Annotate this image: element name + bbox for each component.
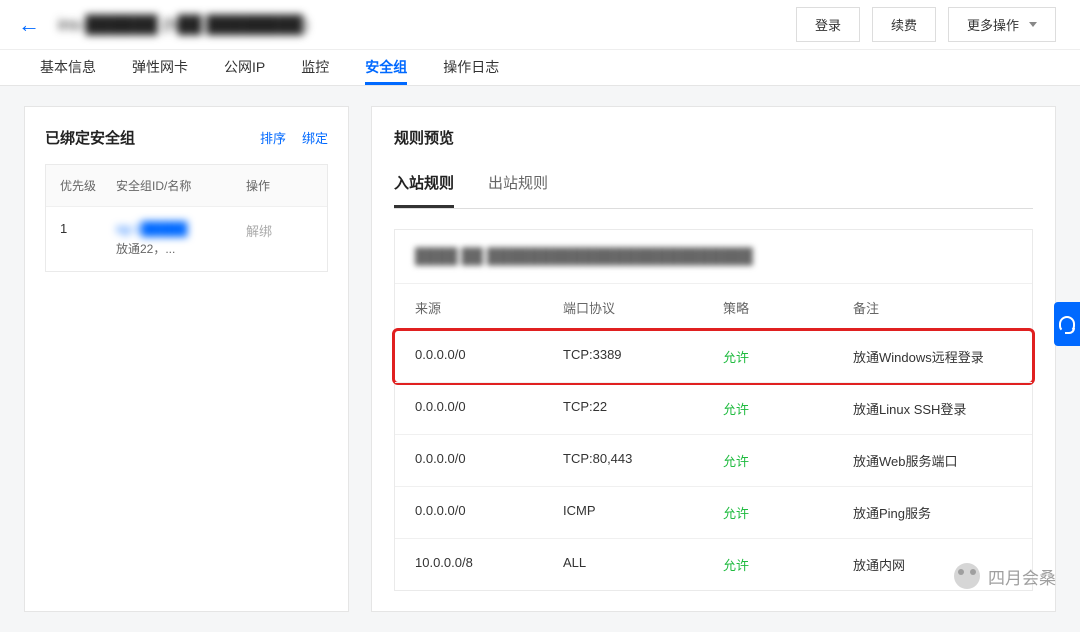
bound-sg-panel: 已绑定安全组 排序 绑定 优先级 安全组ID/名称 操作 1sg-1█████ 放…: [24, 106, 349, 612]
back-arrow-icon[interactable]: ←: [18, 12, 40, 38]
rule-remark: 放通Linux SSH登录: [853, 399, 1012, 418]
rule-remark: 放通Windows远程登录: [853, 347, 1012, 366]
rule-source: 0.0.0.0/0: [415, 399, 563, 418]
bound-sg-table-head: 优先级 安全组ID/名称 操作: [46, 165, 327, 206]
rules-table: ████ ██ █████████████████████████ 来源 端口协…: [394, 229, 1033, 591]
rule-row: 10.0.0.0/8ALL允许放通内网: [395, 538, 1032, 590]
rule-remark: 放通Web服务端口: [853, 451, 1012, 470]
login-button[interactable]: 登录: [796, 7, 860, 42]
support-side-tab[interactable]: [1054, 302, 1080, 346]
nav-tab-4[interactable]: 安全组: [365, 49, 407, 85]
nav-tab-3[interactable]: 监控: [301, 49, 329, 85]
rule-port: ALL: [563, 555, 723, 574]
nav-tabs: 基本信息弹性网卡公网IP 监控安全组操作日志: [0, 50, 1080, 86]
rule-policy: 允许: [723, 503, 853, 522]
rule-policy: 允许: [723, 451, 853, 470]
bound-sg-header: 已绑定安全组 排序 绑定: [45, 127, 328, 148]
more-actions-label: 更多操作: [967, 15, 1019, 34]
col-source: 来源: [415, 298, 563, 317]
rule-preview-panel: 规则预览 入站规则 出站规则 ████ ██ █████████████████…: [371, 106, 1056, 612]
instance-id: ins-██████: [58, 15, 158, 34]
rule-port: TCP:80,443: [563, 451, 723, 470]
nav-tab-5[interactable]: 操作日志: [443, 49, 499, 85]
rule-row: 0.0.0.0/0TCP:22允许放通Linux SSH登录: [395, 382, 1032, 434]
instance-desc: (h██ ████████): [162, 15, 308, 34]
tab-outbound[interactable]: 出站规则: [488, 164, 548, 208]
col-port: 端口协议: [563, 298, 723, 317]
col-remark: 备注: [853, 298, 1012, 317]
headset-icon: [1059, 316, 1075, 332]
rule-preview-header: 规则预览: [394, 127, 1033, 148]
rules-group-label-text: ████ ██ █████████████████████████: [415, 248, 753, 265]
rule-policy: 允许: [723, 555, 853, 574]
rule-remark: 放通Ping服务: [853, 503, 1012, 522]
rules-group-label: ████ ██ █████████████████████████: [395, 230, 1032, 283]
sg-id-link[interactable]: sg-1█████: [116, 221, 246, 236]
nav-tab-0[interactable]: 基本信息: [40, 49, 96, 85]
watermark-text: 四月会桑: [988, 564, 1056, 589]
rule-direction-tabs: 入站规则 出站规则: [394, 164, 1033, 209]
sg-priority: 1: [60, 221, 116, 257]
rule-policy: 允许: [723, 347, 853, 366]
page-header: ← ins-██████ (h██ ████████) 登录 续费 更多操作: [0, 0, 1080, 50]
bound-sg-links: 排序 绑定: [260, 128, 328, 147]
sort-link[interactable]: 排序: [260, 128, 286, 147]
sg-name: 放通22，...: [116, 240, 246, 257]
rule-row: 0.0.0.0/0TCP:80,443允许放通Web服务端口: [395, 434, 1032, 486]
watermark-icon: [954, 563, 980, 589]
col-action: 操作: [246, 177, 313, 194]
rule-source: 0.0.0.0/0: [415, 347, 563, 366]
bind-link[interactable]: 绑定: [302, 128, 328, 147]
header-actions: 登录 续费 更多操作: [796, 7, 1056, 42]
rule-row: 0.0.0.0/0ICMP允许放通Ping服务: [395, 486, 1032, 538]
rule-policy: 允许: [723, 399, 853, 418]
renew-button[interactable]: 续费: [872, 7, 936, 42]
nav-tab-2[interactable]: 公网IP: [224, 49, 265, 85]
content-area: 已绑定安全组 排序 绑定 优先级 安全组ID/名称 操作 1sg-1█████ 放…: [0, 86, 1080, 632]
sg-row: 1sg-1█████ 放通22，...解绑: [46, 206, 327, 271]
bound-sg-table: 优先级 安全组ID/名称 操作 1sg-1█████ 放通22，...解绑: [45, 164, 328, 272]
rule-port: TCP:22: [563, 399, 723, 418]
chevron-down-icon: [1029, 22, 1037, 27]
bound-sg-title: 已绑定安全组: [45, 127, 135, 148]
rule-port: TCP:3389: [563, 347, 723, 366]
col-policy: 策略: [723, 298, 853, 317]
nav-tab-1[interactable]: 弹性网卡: [132, 49, 188, 85]
rule-source: 10.0.0.0/8: [415, 555, 563, 574]
sg-unbind[interactable]: 解绑: [246, 221, 313, 257]
instance-title: ins-██████ (h██ ████████): [58, 15, 308, 35]
more-actions-button[interactable]: 更多操作: [948, 7, 1056, 42]
col-priority: 优先级: [60, 177, 116, 194]
rules-table-head: 来源 端口协议 策略 备注: [395, 283, 1032, 331]
rule-source: 0.0.0.0/0: [415, 451, 563, 470]
sg-idname: sg-1█████ 放通22，...: [116, 221, 246, 257]
rule-row: 0.0.0.0/0TCP:3389允许放通Windows远程登录: [392, 328, 1035, 385]
rule-port: ICMP: [563, 503, 723, 522]
col-idname: 安全组ID/名称: [116, 177, 246, 194]
rule-preview-title: 规则预览: [394, 127, 454, 148]
rule-source: 0.0.0.0/0: [415, 503, 563, 522]
watermark: 四月会桑: [954, 563, 1056, 589]
tab-inbound[interactable]: 入站规则: [394, 164, 454, 208]
